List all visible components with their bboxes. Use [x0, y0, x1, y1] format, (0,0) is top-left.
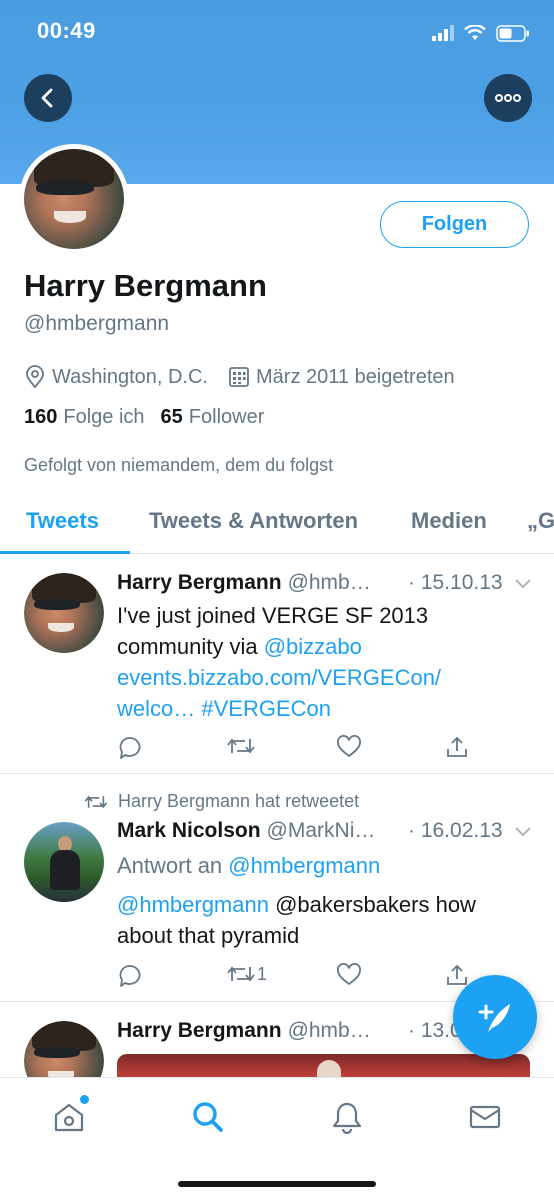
url-link-continued[interactable]: welco…	[117, 696, 195, 721]
reply-context: Antwort an @hmbergmann	[117, 853, 381, 878]
profile-joined: März 2011 beigetreten	[228, 366, 455, 389]
reply-to-link[interactable]: @hmbergmann	[228, 853, 380, 878]
signal-icon	[432, 25, 454, 41]
tweet-avatar[interactable]	[24, 573, 104, 653]
chevron-left-icon	[41, 88, 53, 108]
home-icon	[54, 1103, 84, 1132]
nav-messages[interactable]	[465, 1097, 505, 1137]
profile-tabs: Tweets Tweets & Antworten Medien „G	[0, 498, 554, 554]
battery-icon	[496, 24, 529, 42]
tweet-author-name[interactable]: Mark Nicolson	[117, 819, 261, 843]
nav-notifications[interactable]	[327, 1097, 367, 1137]
more-options-button[interactable]	[484, 74, 532, 122]
tweet-text: @hmbergmann @bakersbakers how about that…	[117, 892, 476, 948]
retweet-button[interactable]	[227, 735, 255, 757]
tweet-avatar[interactable]	[24, 1021, 104, 1077]
profile-location: Washington, D.C.	[24, 365, 208, 389]
tweet-date: · 15.10.13	[408, 571, 503, 594]
url-link[interactable]: events.bizzabo.com/VERGECon/	[117, 662, 527, 693]
like-button[interactable]	[336, 735, 362, 759]
reply-icon	[119, 737, 141, 759]
reply-button[interactable]	[117, 963, 143, 989]
wifi-icon	[464, 25, 486, 40]
tweet-date: · 16.02.13	[408, 819, 503, 842]
tweet-item[interactable]: Harry Bergmann @hmb… · 15.10.13 I've jus…	[0, 555, 554, 774]
tab-media[interactable]: Medien	[411, 508, 487, 534]
calendar-icon	[229, 367, 249, 387]
tweet-text: I've just joined VERGE SF 2013 community…	[117, 600, 527, 724]
notification-dot	[80, 1095, 89, 1104]
chevron-down-icon[interactable]	[513, 577, 533, 591]
active-tab-indicator	[0, 551, 130, 554]
followed-by-text: Gefolgt von niemandem, dem du folgst	[24, 455, 334, 475]
status-bar: 00:49	[0, 0, 554, 64]
followers-link[interactable]: 65 Follower	[161, 406, 265, 429]
reply-button[interactable]	[117, 735, 143, 761]
profile-counts: 160 Folge ich 65 Follower	[24, 406, 264, 429]
retweet-icon	[227, 966, 255, 982]
share-button[interactable]	[445, 963, 469, 987]
tweet-author-name[interactable]: Harry Bergmann	[117, 1019, 282, 1043]
bell-icon	[332, 1102, 362, 1134]
more-dots-icon	[495, 94, 521, 102]
following-link[interactable]: 160 Folge ich	[24, 406, 145, 429]
tweet-actions	[117, 735, 477, 761]
reply-icon	[119, 965, 141, 987]
profile-name: Harry Bergmann	[24, 268, 267, 303]
tweet-avatar[interactable]	[24, 822, 104, 902]
home-indicator	[178, 1181, 376, 1187]
retweet-count: 1	[257, 963, 268, 984]
profile-handle: @hmbergmann	[24, 312, 170, 335]
tweet-header: Harry Bergmann @hmb…	[117, 571, 371, 595]
chevron-down-icon[interactable]	[513, 825, 533, 839]
retweet-icon	[227, 738, 255, 754]
location-pin-icon	[26, 365, 44, 389]
retweet-button[interactable]: 1	[227, 963, 267, 985]
follow-button[interactable]: Folgen	[380, 201, 529, 248]
status-time: 00:49	[37, 18, 96, 43]
search-icon	[193, 1102, 223, 1132]
tweet-item[interactable]: Harry Bergmann hat retweetet Mark Nicols…	[0, 775, 554, 1002]
back-button[interactable]	[24, 74, 72, 122]
mention-link[interactable]: @hmbergmann	[117, 892, 269, 917]
tab-likes[interactable]: „G	[527, 508, 554, 534]
tweet-author-handle[interactable]: @hmb…	[288, 1019, 371, 1043]
tweet-author-handle[interactable]: @MarkNi…	[267, 819, 376, 843]
tab-tweets-replies[interactable]: Tweets & Antworten	[149, 508, 358, 534]
compose-tweet-button[interactable]	[453, 975, 537, 1059]
hashtag-link[interactable]: #VERGECon	[201, 696, 331, 721]
tweet-author-handle[interactable]: @hmb…	[288, 571, 371, 595]
retweet-icon	[84, 795, 108, 808]
heart-icon	[337, 735, 361, 758]
tweet-author-name[interactable]: Harry Bergmann	[117, 571, 282, 595]
profile-avatar[interactable]	[19, 144, 129, 254]
like-button[interactable]	[336, 963, 362, 987]
tweet-header: Harry Bergmann @hmb…	[117, 1019, 371, 1043]
nav-home[interactable]	[49, 1095, 89, 1137]
tweet-actions: 1	[117, 963, 477, 989]
share-button[interactable]	[445, 735, 469, 759]
heart-icon	[337, 963, 361, 986]
compose-tweet-icon	[478, 1004, 510, 1032]
mention-link[interactable]: @bizzabo	[264, 634, 362, 659]
tweet-header: Mark Nicolson @MarkNi…	[117, 819, 375, 843]
mail-icon	[469, 1105, 501, 1129]
retweet-context: Harry Bergmann hat retweetet	[84, 791, 359, 812]
profile-meta: Washington, D.C. März 2011 beigetreten	[24, 363, 475, 391]
nav-search[interactable]	[188, 1097, 228, 1137]
status-icons	[432, 22, 530, 44]
share-icon	[447, 964, 467, 985]
tab-tweets[interactable]: Tweets	[26, 508, 99, 534]
share-icon	[447, 736, 467, 757]
